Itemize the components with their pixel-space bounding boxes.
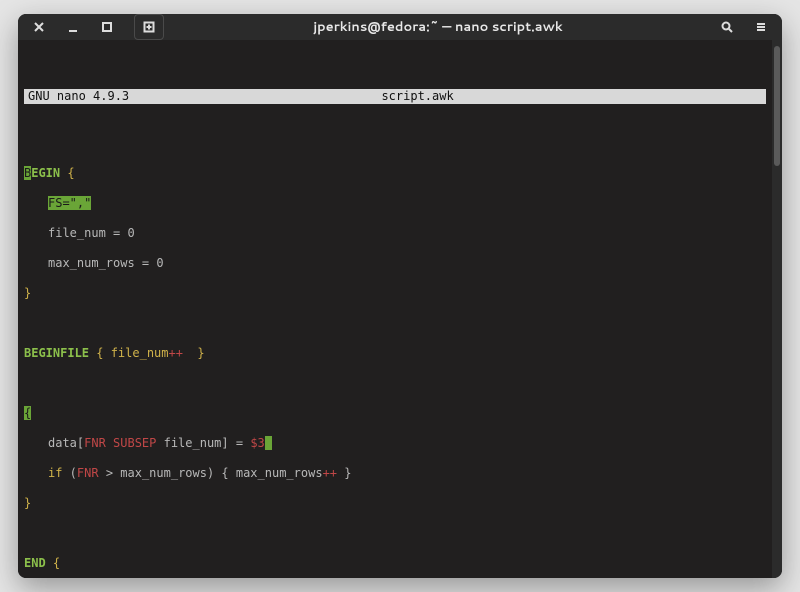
nano-filename: script.awk [129, 89, 706, 104]
terminal-window: jperkins@fedora:~ — nano script.awk GNU … [18, 14, 782, 578]
nano-header: GNU nano 4.9.3 script.awk [24, 89, 766, 104]
nano-version: GNU nano 4.9.3 [24, 89, 129, 104]
terminal-viewport[interactable]: GNU nano 4.9.3 script.awk BEGIN { FS=","… [18, 40, 772, 578]
new-tab-button[interactable] [134, 14, 164, 40]
close-button[interactable] [24, 14, 54, 40]
scrollbar-thumb[interactable] [774, 46, 780, 166]
minimize-button[interactable] [58, 14, 88, 40]
titlebar: jperkins@fedora:~ — nano script.awk [18, 14, 782, 40]
maximize-button[interactable] [92, 14, 122, 40]
editor-content[interactable]: BEGIN { FS="," file_num = 0 max_num_rows… [24, 151, 766, 578]
search-button[interactable] [712, 14, 742, 40]
text-cursor [265, 436, 272, 450]
menu-button[interactable] [746, 14, 776, 40]
window-title: jperkins@fedora:~ — nano script.awk [164, 18, 712, 36]
scrollbar[interactable] [772, 40, 782, 578]
